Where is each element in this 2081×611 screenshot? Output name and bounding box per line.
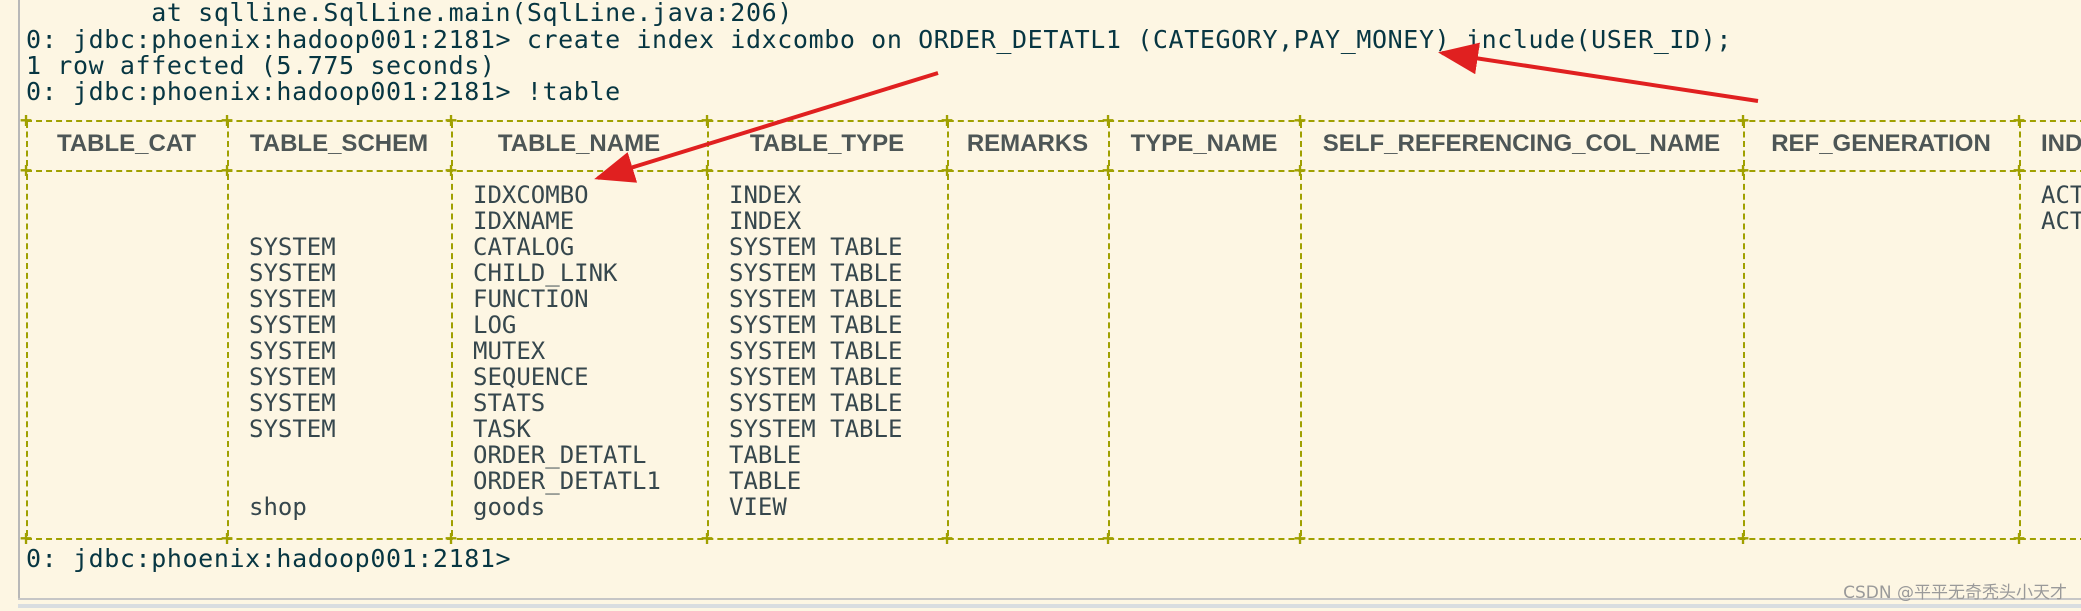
annotation-arrows <box>594 42 1759 183</box>
arrow-to-idxcombo <box>594 71 939 183</box>
arrow-to-pay-money <box>1438 42 1759 103</box>
csdn-watermark: CSDN @平平无奇秃头小天才 <box>1843 583 2067 603</box>
